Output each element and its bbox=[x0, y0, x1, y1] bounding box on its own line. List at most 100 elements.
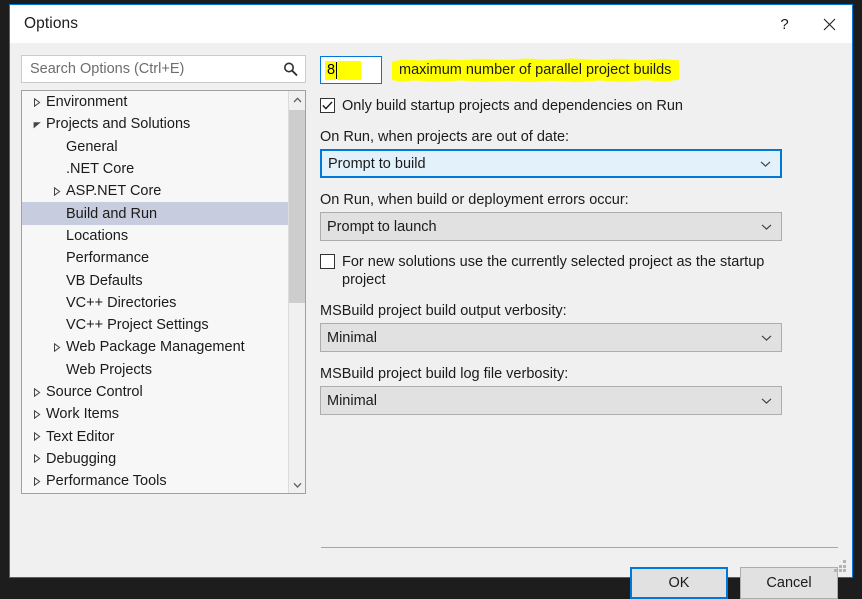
tree-item-text-editor[interactable]: Text Editor bbox=[22, 425, 288, 447]
tree-item-general[interactable]: General bbox=[22, 136, 288, 158]
new-solutions-startup-checkbox[interactable] bbox=[320, 254, 335, 269]
tree-item-label: .NET Core bbox=[66, 161, 135, 178]
help-button[interactable]: ? bbox=[762, 5, 807, 43]
only-build-startup-row[interactable]: Only build startup projects and dependen… bbox=[320, 97, 838, 115]
tree-item-work-items[interactable]: Work Items bbox=[22, 403, 288, 425]
tree-item-vc-project-settings[interactable]: VC++ Project Settings bbox=[22, 314, 288, 336]
tree-item-vc-directories[interactable]: VC++ Directories bbox=[22, 292, 288, 314]
expander-collapsed-icon[interactable] bbox=[30, 432, 44, 442]
window-controls: ? bbox=[762, 5, 852, 43]
tree-item-label: Web Projects bbox=[66, 361, 152, 378]
page-title: Options bbox=[24, 15, 79, 32]
expander-collapsed-icon[interactable] bbox=[50, 342, 64, 352]
chevron-down-icon bbox=[293, 482, 301, 488]
on-run-errors-dropdown[interactable]: Prompt to launch bbox=[320, 212, 782, 241]
tree-item-web-projects[interactable]: Web Projects bbox=[22, 359, 288, 381]
tree-item-label: Text Editor bbox=[46, 428, 115, 445]
tree-item-environment[interactable]: Environment bbox=[22, 91, 288, 113]
tree-item-label: General bbox=[66, 138, 118, 155]
options-tree[interactable]: Environment Projects and Solutions General… bbox=[21, 90, 306, 494]
tree-item-projects-and-solutions[interactable]: Projects and Solutions bbox=[22, 113, 288, 135]
expander-collapsed-icon[interactable] bbox=[30, 454, 44, 464]
tree-item-label: Projects and Solutions bbox=[46, 116, 191, 133]
msbuild-log-verbosity-label: MSBuild project build log file verbosity… bbox=[320, 366, 569, 382]
on-run-out-of-date-dropdown[interactable]: Prompt to build bbox=[320, 149, 782, 178]
tree-item-label: Environment bbox=[46, 94, 128, 111]
tree-item-label: Performance bbox=[66, 250, 150, 267]
on-run-errors-label: On Run, when build or deployment errors … bbox=[320, 192, 629, 208]
tree-item-label: Build and Run bbox=[66, 205, 158, 222]
tree-item-vb-defaults[interactable]: VB Defaults bbox=[22, 269, 288, 291]
tree-item-net-core[interactable]: .NET Core bbox=[22, 158, 288, 180]
footer-separator bbox=[321, 547, 838, 548]
only-build-startup-label: Only build startup projects and dependen… bbox=[342, 98, 683, 114]
tree-item-label: VC++ Directories bbox=[66, 294, 177, 311]
on-run-errors-value: Prompt to launch bbox=[327, 218, 437, 235]
on-run-out-of-date-value: Prompt to build bbox=[328, 155, 426, 172]
expander-expanded-icon[interactable] bbox=[30, 120, 44, 129]
tree-item-azure-service-authentication[interactable]: Azure Service Authentication bbox=[22, 492, 288, 493]
tree-item-locations[interactable]: Locations bbox=[22, 225, 288, 247]
msbuild-log-verbosity-dropdown[interactable]: Minimal bbox=[320, 386, 782, 415]
tree-item-label: VB Defaults bbox=[66, 272, 143, 289]
chevron-up-icon bbox=[293, 96, 301, 102]
tree-item-label: Debugging bbox=[46, 450, 117, 467]
parallel-builds-value: 8 bbox=[325, 60, 337, 80]
parallel-builds-row: 8 maximum number of parallel project bui… bbox=[320, 55, 838, 85]
footer-buttons: OK Cancel bbox=[630, 567, 838, 599]
tree-item-label: Work Items bbox=[46, 406, 120, 423]
parallel-builds-label: maximum number of parallel project build… bbox=[392, 58, 680, 83]
tree-item-web-package-management[interactable]: Web Package Management bbox=[22, 336, 288, 358]
navigation-pane: Environment Projects and Solutions General… bbox=[21, 55, 306, 494]
tree-item-label: Source Control bbox=[46, 384, 143, 400]
options-dialog: Options ? Search Options (Ctrl+E) Enviro… bbox=[9, 4, 853, 599]
search-box[interactable] bbox=[21, 55, 306, 83]
title-bar: Options ? bbox=[10, 5, 852, 43]
ok-button[interactable]: OK bbox=[630, 567, 728, 599]
msbuild-output-verbosity-label: MSBuild project build output verbosity: bbox=[320, 303, 567, 319]
cancel-button[interactable]: Cancel bbox=[740, 567, 838, 599]
resize-grip[interactable] bbox=[834, 560, 847, 573]
checkmark-icon bbox=[322, 101, 333, 110]
tree-item-label: VC++ Project Settings bbox=[66, 317, 209, 334]
tree-item-label: Web Package Management bbox=[66, 339, 245, 356]
scrollbar-thumb[interactable] bbox=[289, 110, 305, 303]
tree-item-debugging[interactable]: Debugging bbox=[22, 448, 288, 470]
tree-item-list: Environment Projects and Solutions General… bbox=[22, 91, 288, 493]
expander-collapsed-icon[interactable] bbox=[30, 409, 44, 419]
msbuild-output-verbosity-value: Minimal bbox=[327, 329, 377, 346]
expander-collapsed-icon[interactable] bbox=[30, 387, 44, 397]
selection-highlight bbox=[337, 60, 362, 80]
question-mark-icon: ? bbox=[780, 15, 789, 33]
on-run-out-of-date-label: On Run, when projects are out of date: bbox=[320, 129, 570, 145]
scroll-up-button[interactable] bbox=[289, 91, 305, 108]
parallel-builds-input[interactable]: 8 bbox=[320, 56, 382, 84]
chevron-down-icon bbox=[760, 160, 771, 167]
search-icon bbox=[283, 62, 298, 77]
new-solutions-startup-label: For new solutions use the currently sele… bbox=[342, 254, 765, 288]
tree-item-label: Locations bbox=[66, 227, 129, 244]
new-solutions-startup-row[interactable]: For new solutions use the currently sele… bbox=[320, 253, 838, 289]
tree-item-performance-tools[interactable]: Performance Tools bbox=[22, 470, 288, 492]
chevron-down-icon bbox=[761, 223, 772, 230]
settings-pane: 8 maximum number of parallel project bui… bbox=[320, 55, 838, 415]
tree-item-label: Performance Tools bbox=[46, 473, 167, 490]
tree-item-build-and-run[interactable]: Build and Run bbox=[22, 202, 288, 225]
tree-item-source-control[interactable]: Source Control bbox=[22, 381, 288, 403]
chevron-down-icon bbox=[761, 334, 772, 341]
search-input[interactable] bbox=[22, 56, 305, 82]
close-button[interactable] bbox=[807, 5, 852, 43]
tree-scrollbar[interactable] bbox=[288, 91, 305, 493]
expander-collapsed-icon[interactable] bbox=[30, 97, 44, 107]
msbuild-log-verbosity-value: Minimal bbox=[327, 392, 377, 409]
tree-item-performance[interactable]: Performance bbox=[22, 247, 288, 269]
scroll-down-button[interactable] bbox=[289, 476, 305, 493]
tree-item-label: ASP.NET Core bbox=[66, 183, 162, 200]
tree-item-asp-net-core[interactable]: ASP.NET Core bbox=[22, 180, 288, 202]
expander-collapsed-icon[interactable] bbox=[30, 476, 44, 486]
expander-collapsed-icon[interactable] bbox=[50, 186, 64, 196]
close-icon bbox=[823, 18, 836, 30]
dialog-body: Environment Projects and Solutions General… bbox=[10, 43, 852, 599]
only-build-startup-checkbox[interactable] bbox=[320, 98, 335, 113]
msbuild-output-verbosity-dropdown[interactable]: Minimal bbox=[320, 323, 782, 352]
